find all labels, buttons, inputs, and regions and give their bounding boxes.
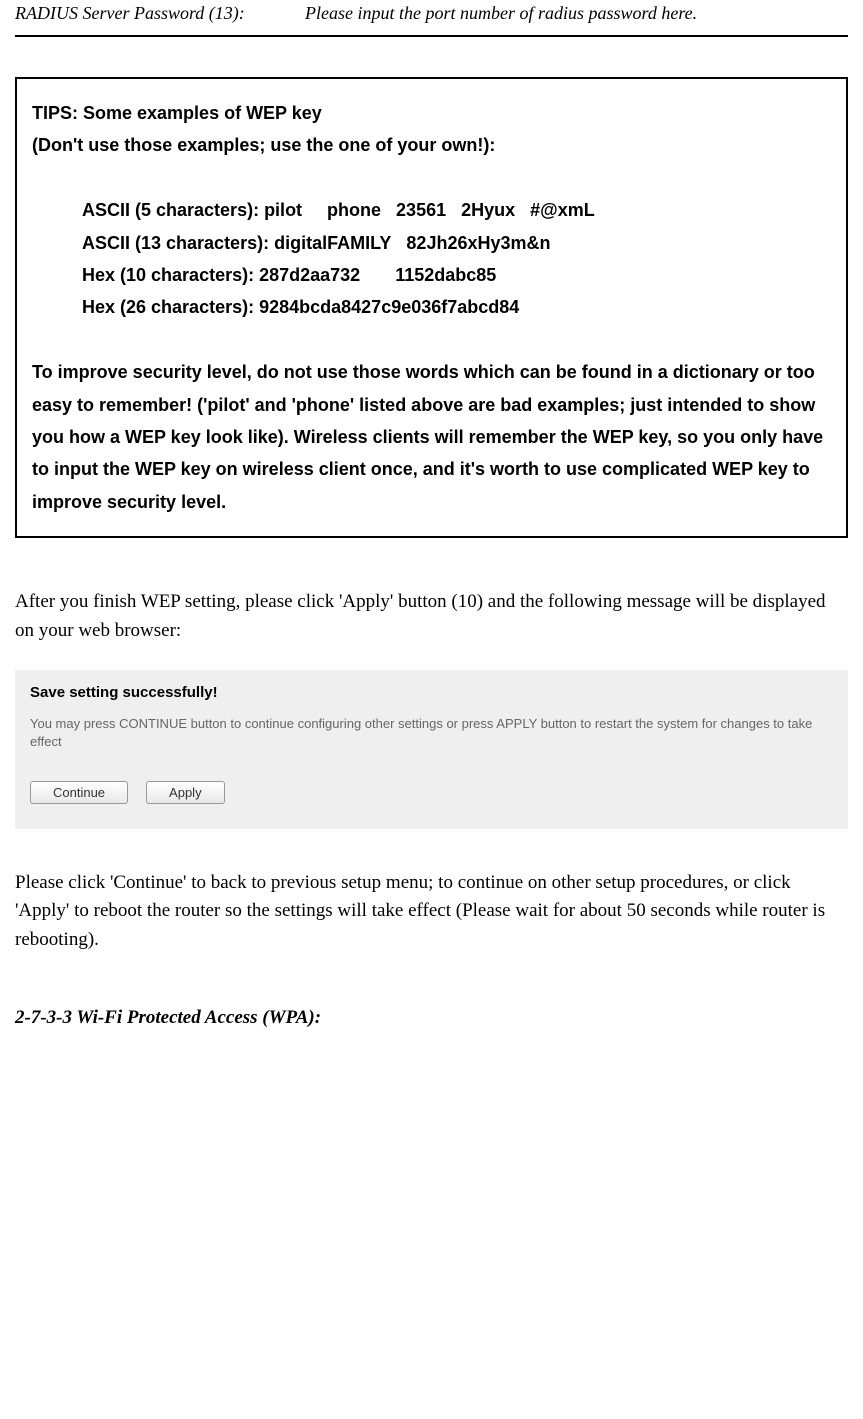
screenshot-panel: Save setting successfully! You may press…	[15, 670, 848, 829]
body-paragraph: After you finish WEP setting, please cli…	[15, 588, 848, 645]
table-cell-description: Please input the port number of radius p…	[305, 0, 848, 27]
apply-button[interactable]: Apply	[146, 781, 225, 804]
body-paragraph: Please click 'Continue' to back to previ…	[15, 869, 848, 955]
tips-example-line: ASCII (5 characters): pilot phone 23561 …	[32, 194, 831, 226]
button-row: Continue Apply	[30, 781, 833, 804]
tips-example-line: Hex (26 characters): 9284bcda8427c9e036f…	[32, 291, 831, 323]
tips-example-line: Hex (10 characters): 287d2aa732 1152dabc…	[32, 259, 831, 291]
screenshot-description: You may press CONTINUE button to continu…	[30, 715, 833, 751]
screenshot-title: Save setting successfully!	[30, 682, 833, 705]
tips-title: TIPS: Some examples of WEP key	[32, 97, 831, 129]
table-cell-label: RADIUS Server Password (13):	[15, 0, 305, 27]
table-row: RADIUS Server Password (13): Please inpu…	[15, 0, 848, 37]
tips-footer: To improve security level, do not use th…	[32, 356, 831, 518]
section-heading: 2-7-3-3 Wi-Fi Protected Access (WPA):	[15, 1004, 848, 1033]
tips-example-line: ASCII (13 characters): digitalFAMILY 82J…	[32, 227, 831, 259]
tips-box: TIPS: Some examples of WEP key (Don't us…	[15, 77, 848, 538]
tips-subtitle: (Don't use those examples; use the one o…	[32, 129, 831, 161]
continue-button[interactable]: Continue	[30, 781, 128, 804]
